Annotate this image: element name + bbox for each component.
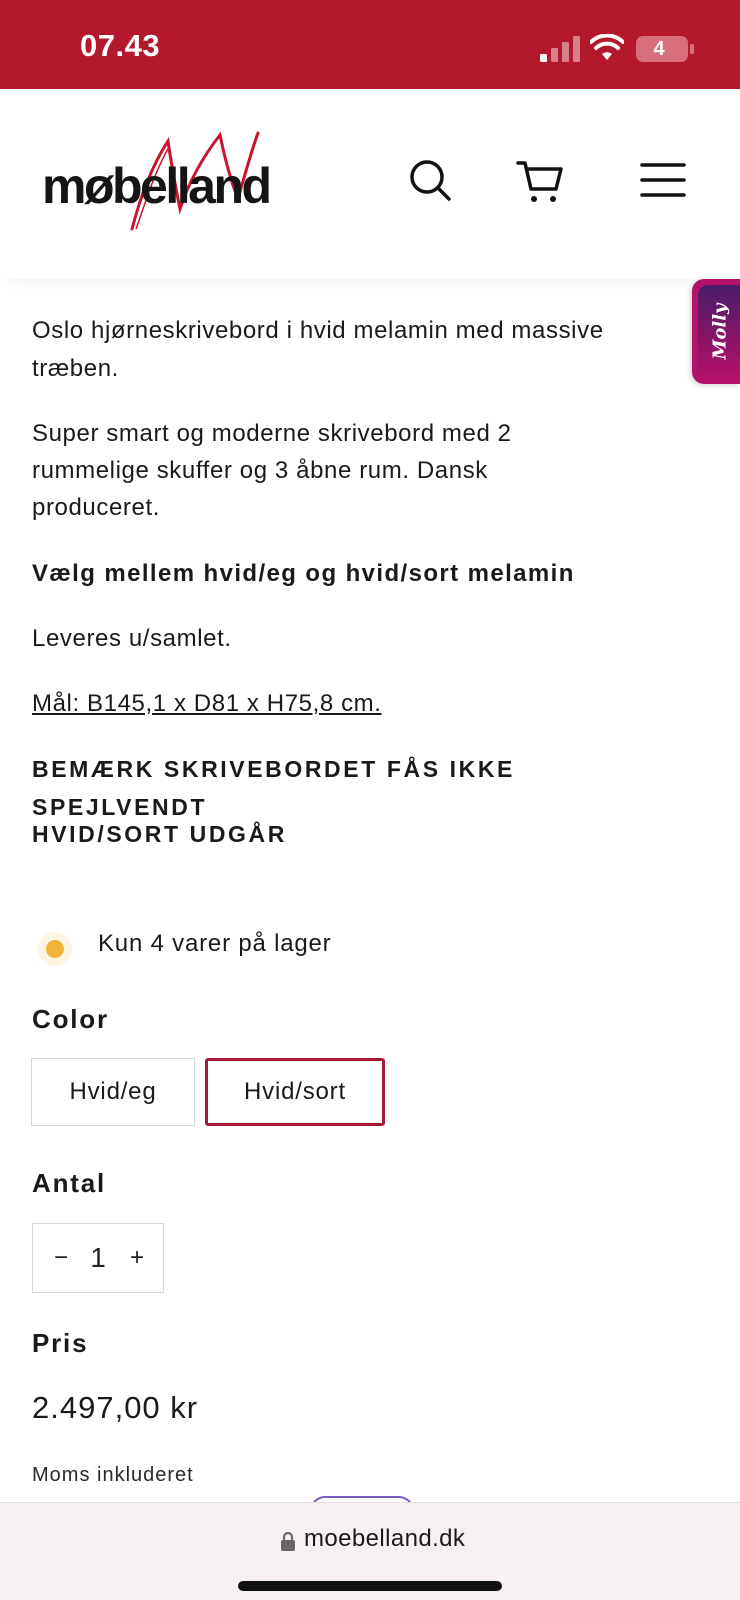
color-option-hvid-eg[interactable]: Hvid/eg (31, 1058, 195, 1126)
description-line-2c: produceret. (32, 494, 161, 521)
site-logo[interactable]: møbelland (40, 129, 300, 234)
home-indicator (238, 1581, 502, 1591)
menu-icon[interactable] (640, 157, 688, 205)
wifi-icon (590, 34, 624, 60)
status-bar: 07.43 4 (0, 0, 740, 89)
battery-indicator: 4 (636, 36, 688, 62)
search-icon[interactable] (407, 157, 455, 205)
color-label: Color (32, 1004, 109, 1034)
price-value: 2.497,00 kr (32, 1390, 199, 1425)
battery-tip (690, 44, 694, 54)
molly-tab-inner: Molly (698, 285, 740, 378)
price-label: Pris (32, 1328, 89, 1358)
status-time: 07.43 (80, 28, 161, 63)
quantity-increase-button[interactable]: + (117, 1224, 157, 1292)
quantity-stepper: − 1 + (32, 1223, 164, 1293)
browser-address-bar[interactable]: moebelland.dk (0, 1502, 740, 1600)
description-dimensions: Mål: B145,1 x D81 x H75,8 cm. (32, 690, 382, 717)
cellular-signal-icon (540, 36, 580, 62)
logo-wordmark: møbelland (42, 158, 272, 214)
color-option-hvid-sort[interactable]: Hvid/sort (205, 1058, 385, 1126)
molly-chat-tab[interactable]: Molly (692, 279, 740, 384)
quantity-value[interactable]: 1 (73, 1224, 123, 1292)
battery-level: 4 (653, 38, 665, 60)
description-line-2a: Super smart og moderne skrivebord med 2 (32, 420, 512, 447)
description-line-1b: træben. (32, 355, 119, 382)
description-line-2b: rummelige skuffer og 3 åbne rum. Dansk (32, 457, 488, 484)
description-line-1: Oslo hjørneskrivebord i hvid melamin med… (32, 317, 604, 344)
lock-icon (281, 1531, 295, 1551)
quantity-label: Antal (32, 1168, 106, 1198)
vat-note: Moms inkluderet (32, 1464, 194, 1486)
molly-tab-label: Molly (709, 303, 731, 360)
description-notice-discontinued: HVID/SORT UDGÅR (32, 821, 287, 847)
cart-icon[interactable] (516, 157, 564, 205)
description-delivery: Leveres u/samlet. (32, 625, 232, 652)
description-choice: Vælg mellem hvid/eg og hvid/sort melamin (32, 560, 575, 587)
stock-status-dot (46, 940, 64, 958)
site-header: møbelland (0, 89, 740, 279)
stock-status-text: Kun 4 varer på lager (98, 930, 332, 957)
url-text[interactable]: moebelland.dk (304, 1525, 465, 1553)
